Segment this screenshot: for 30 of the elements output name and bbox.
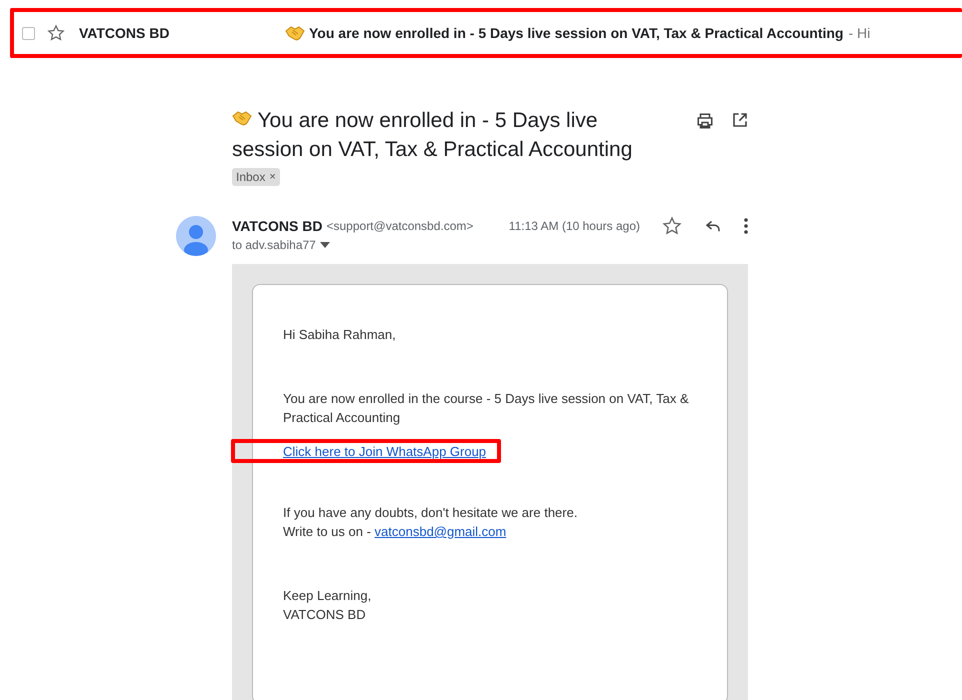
- email-subject: You are now enrolled in - 5 Days live session on VAT, Tax & Practical Accounting: [309, 25, 844, 41]
- dropdown-caret-icon[interactable]: [320, 242, 330, 248]
- handshake-icon: [232, 109, 252, 127]
- avatar-icon: [176, 216, 216, 256]
- email-snippet: - Hi: [848, 25, 870, 41]
- recipient-label: to adv.sabiha77: [232, 238, 316, 252]
- email-link[interactable]: vatconsbd@gmail.com: [374, 524, 506, 539]
- handshake-icon: [285, 24, 305, 42]
- highlighted-email-row[interactable]: VATCONS BD You are now enrolled in - 5 Days live session on VAT, Tax & Practical Accounting - Hi: [10, 8, 962, 58]
- remove-label-button[interactable]: ×: [269, 171, 276, 183]
- signature-text: VATCONS BD: [283, 606, 367, 624]
- whatsapp-group-link[interactable]: Click here to Join WhatsApp Group: [283, 442, 486, 460]
- more-options-icon[interactable]: [744, 218, 748, 234]
- label-name: Inbox: [236, 170, 266, 184]
- contact-line: Write to us on - vatconsbd@gmail.com: [283, 523, 508, 541]
- checkbox[interactable]: [22, 26, 35, 40]
- enrollment-text: You are now enrolled in the course - 5 Days live session on VAT, Tax & Practical Accounting: [283, 390, 690, 427]
- print-icon[interactable]: [696, 112, 714, 130]
- label-chip[interactable]: Inbox ×: [232, 168, 280, 186]
- closing-text: Keep Learning,: [283, 587, 372, 605]
- star-icon[interactable]: [662, 216, 682, 236]
- open-in-new-window-icon[interactable]: [732, 112, 748, 128]
- message-time: 11:13 AM (10 hours ago): [508, 219, 640, 233]
- greeting-text: Hi Sabiha Rahman,: [283, 326, 397, 344]
- sender-email: <support@vatconsbd.com>: [326, 219, 474, 233]
- sender-name: VATCONS BD: [232, 218, 322, 234]
- doubts-text: If you have any doubts, don't hesitate we are there.: [283, 504, 578, 522]
- star-icon[interactable]: [47, 24, 65, 42]
- sender-name: VATCONS BD: [79, 25, 170, 41]
- email-title: You are now enrolled in - 5 Days live session on VAT, Tax & Practical Accounting: [232, 108, 634, 163]
